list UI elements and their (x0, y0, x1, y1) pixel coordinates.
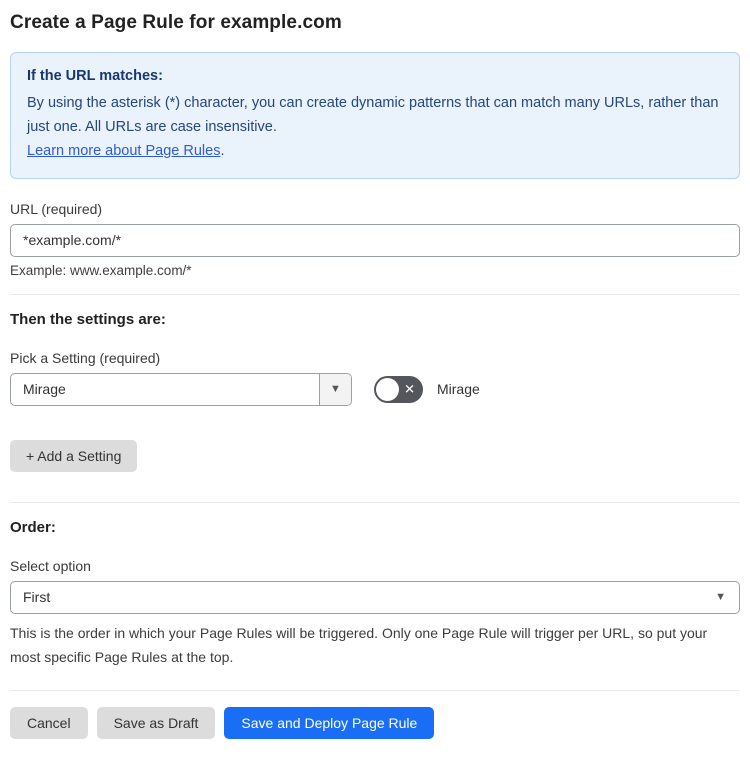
chevron-down-icon: ▼ (330, 383, 341, 396)
order-select-label: Select option (10, 557, 91, 574)
order-helper-text: This is the order in which your Page Rul… (10, 624, 708, 665)
info-link-line: Learn more about Page Rules. (27, 140, 723, 164)
order-section-heading: Order: (10, 518, 56, 536)
url-match-info-box: If the URL matches: By using the asteris… (10, 52, 740, 179)
setting-select-value: Mirage (23, 381, 66, 398)
url-helper-text: Example: www.example.com/* (10, 262, 192, 278)
setting-row: Mirage ▼ ✕ Mirage (10, 372, 740, 406)
learn-more-link[interactable]: Learn more about Page Rules (27, 143, 220, 159)
setting-select-caret-button[interactable]: ▼ (319, 373, 351, 405)
order-select[interactable]: First ▼ (10, 580, 740, 614)
mirage-toggle-group: ✕ Mirage (374, 375, 480, 403)
chevron-down-icon: ▼ (715, 591, 726, 604)
add-setting-button[interactable]: + Add a Setting (10, 439, 138, 472)
cancel-button[interactable]: Cancel (10, 706, 88, 739)
save-and-deploy-button[interactable]: Save and Deploy Page Rule (224, 706, 435, 739)
order-select-value: First (23, 589, 51, 606)
mirage-toggle[interactable]: ✕ (374, 375, 423, 403)
divider (10, 689, 740, 691)
settings-section-heading: Then the settings are: (10, 310, 166, 328)
pick-setting-label: Pick a Setting (required) (10, 349, 161, 366)
setting-select[interactable]: Mirage ▼ (10, 372, 352, 406)
toggle-off-x-icon: ✕ (404, 381, 415, 397)
page-rule-form: Create a Page Rule for example.com If th… (0, 0, 750, 759)
divider (10, 293, 740, 295)
divider (10, 501, 740, 503)
url-input[interactable] (10, 223, 740, 257)
form-actions: Cancel Save as Draft Save and Deploy Pag… (10, 706, 740, 739)
url-field-label: URL (required) (10, 200, 103, 217)
info-box-heading: If the URL matches: (27, 68, 163, 84)
info-box-body: By using the asterisk (*) character, you… (27, 95, 719, 136)
toggle-knob (376, 377, 399, 401)
toggle-label: Mirage (437, 381, 480, 398)
save-as-draft-button[interactable]: Save as Draft (96, 706, 216, 739)
page-title: Create a Page Rule for example.com (10, 12, 342, 33)
link-suffix: . (220, 143, 225, 160)
